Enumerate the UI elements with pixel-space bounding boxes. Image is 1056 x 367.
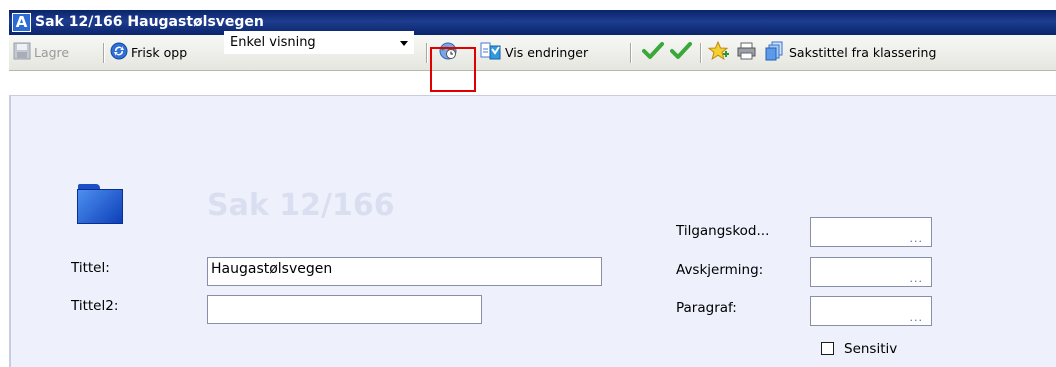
- title-label: Tittel:: [71, 260, 110, 276]
- case-title-label: Sakstittel fra klassering: [789, 45, 937, 60]
- refresh-button[interactable]: Frisk opp: [110, 35, 187, 70]
- toolbar-separator: [426, 43, 428, 63]
- checkmark-icon: [670, 41, 692, 64]
- copy-documents-icon: [764, 41, 786, 64]
- refresh-icon: [110, 42, 128, 63]
- title-input[interactable]: Haugastølsvegen: [207, 257, 602, 286]
- access-code-input[interactable]: ...: [810, 217, 932, 247]
- view-select[interactable]: Enkel visning: [224, 31, 414, 54]
- show-changes-button[interactable]: Vis endringer: [480, 35, 588, 70]
- checkmark-icon: [642, 41, 664, 64]
- save-label: Lagre: [34, 45, 70, 60]
- print-button[interactable]: [736, 35, 761, 70]
- favorite-star-icon: [707, 40, 730, 64]
- favorite-button[interactable]: [707, 35, 733, 70]
- app-icon: A: [12, 13, 31, 32]
- title2-label: Tittel2:: [71, 298, 119, 314]
- window-title: Sak 12/166 Haugastølsvegen: [35, 14, 264, 30]
- view-select-value: Enkel visning: [230, 35, 316, 50]
- paragraph-input[interactable]: ...: [810, 296, 932, 326]
- case-title-from-classification-button[interactable]: Sakstittel fra klassering: [764, 35, 936, 70]
- view-select-dropdown-button[interactable]: [396, 31, 413, 54]
- folder-icon-body: [77, 189, 123, 224]
- access-code-lookup-button[interactable]: ...: [910, 232, 924, 245]
- access-code-label: Tilgangskod...: [676, 223, 770, 239]
- show-changes-icon: [480, 41, 502, 64]
- refresh-label: Frisk opp: [131, 45, 188, 60]
- paragraph-lookup-button[interactable]: ...: [910, 311, 924, 324]
- dropdown-arrow-icon: [400, 41, 408, 46]
- paragraph-label: Paragraf:: [676, 300, 737, 316]
- title-value: Haugastølsvegen: [211, 261, 333, 277]
- highlight-box: [430, 47, 476, 92]
- print-icon: [736, 41, 758, 64]
- toolbar-separator: [103, 43, 105, 63]
- screening-label: Avskjerming:: [676, 262, 764, 278]
- screening-lookup-button[interactable]: ...: [910, 272, 924, 285]
- case-heading: Sak 12/166: [207, 188, 395, 223]
- approve-button[interactable]: [642, 35, 667, 70]
- approve-all-button[interactable]: [670, 35, 695, 70]
- toolbar-separator: [700, 43, 702, 63]
- save-button[interactable]: Lagre: [13, 35, 69, 70]
- show-changes-label: Vis endringer: [505, 45, 589, 60]
- save-icon: [13, 42, 31, 63]
- toolbar-separator: [630, 43, 632, 63]
- title2-input[interactable]: [207, 295, 482, 324]
- screening-input[interactable]: ...: [810, 257, 932, 287]
- title-bar: A Sak 12/166 Haugastølsvegen: [9, 10, 1056, 35]
- sensitive-checkbox[interactable]: [821, 342, 834, 355]
- sensitive-label: Sensitiv: [844, 341, 898, 357]
